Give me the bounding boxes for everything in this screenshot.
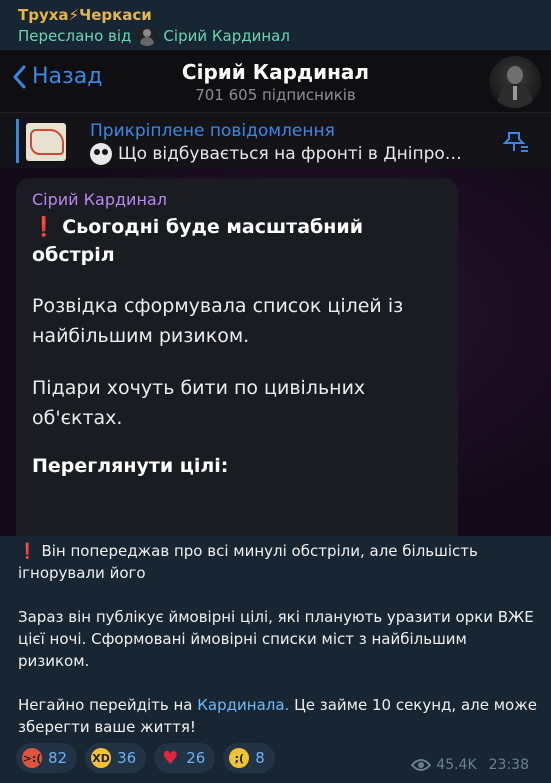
- reaction-cry[interactable]: ;( 8: [223, 743, 275, 773]
- bubble-author: Сірий Кардинал: [32, 190, 167, 209]
- forwarded-from-name[interactable]: Сірий Кардинал: [163, 25, 290, 47]
- crying-face-icon: ;(: [229, 748, 250, 768]
- message-paragraph-3: Негайно перейдіть на Кардинала. Це займе…: [18, 694, 538, 738]
- reaction-laugh[interactable]: XD 36: [85, 743, 147, 773]
- forwarded-line[interactable]: Переслано від Сірий Кардинал: [18, 25, 533, 47]
- reaction-count: 82: [48, 749, 68, 767]
- bubble-cta: Переглянути цілі:: [32, 455, 229, 477]
- chat-title: Сірий Кардинал: [181, 60, 370, 84]
- reaction-count: 8: [255, 749, 265, 767]
- message-card: Труха⚡Черкаси Переслано від Сірий Кардин…: [0, 0, 551, 783]
- reaction-count: 26: [186, 749, 206, 767]
- exclamation-icon: ❗: [32, 216, 56, 238]
- reaction-count: 36: [117, 749, 137, 767]
- pinned-title: Прикріплене повідомлення: [90, 121, 335, 141]
- screenshot-chat-header: Назад Сірий Кардинал 701 605 підписників: [0, 50, 551, 112]
- message-text: ❗ Він попереджав про всі минулі обстріли…: [18, 540, 538, 760]
- bubble-paragraph-1: Розвідка сформувала список цілей із найб…: [32, 295, 404, 347]
- channel-avatar: [489, 56, 541, 108]
- pin-list-icon: [502, 132, 528, 152]
- laughing-face-icon: XD: [91, 748, 112, 768]
- reaction-angry[interactable]: >:( 82: [16, 743, 78, 773]
- pinned-message-bar: Прикріплене повідомлення Що відбувається…: [0, 112, 551, 168]
- subscriber-count: 701 605 підписників: [195, 86, 356, 104]
- reaction-heart[interactable]: ♥ 26: [154, 743, 216, 773]
- channel-name[interactable]: Труха⚡Черкаси: [18, 5, 533, 25]
- bubble-paragraph-2: Підари хочуть бити по цивільних об'єктах…: [32, 377, 366, 429]
- message-header: Труха⚡Черкаси Переслано від Сірий Кардин…: [0, 0, 551, 50]
- forwarded-avatar: [137, 26, 158, 46]
- pinned-text: Що відбувається на фронті в Дніпро…: [90, 143, 510, 165]
- message-meta: 45.4K 23:38: [411, 757, 529, 773]
- pinned-indicator: [16, 119, 19, 163]
- pinned-text-value: Що відбувається на фронті в Дніпро…: [118, 144, 462, 164]
- message-time: 23:38: [488, 757, 529, 773]
- bubble-headline-text: Сьогодні буде масштабний обстріл: [32, 216, 364, 266]
- attached-screenshot[interactable]: Назад Сірий Кардинал 701 605 підписників…: [0, 50, 551, 536]
- view-count: 45.4K: [436, 757, 477, 773]
- reactions-row: >:( 82 XD 36 ♥ 26 ;( 8: [16, 743, 275, 773]
- cardinal-link[interactable]: Кардинала.: [197, 696, 289, 714]
- exclamation-icon: ❗: [18, 542, 37, 560]
- angry-face-icon: >:(: [22, 748, 42, 768]
- pinned-map-thumbnail: [26, 123, 66, 161]
- screenshot-message-bubble: Сірий Кардинал ❗ Сьогодні буде масштабни…: [16, 178, 458, 536]
- eye-icon: [411, 759, 432, 771]
- message-paragraph-3-start: Негайно перейдіть на: [18, 696, 193, 714]
- eyes-icon: [90, 143, 112, 165]
- heart-icon: ♥: [162, 747, 179, 769]
- chat-background: Сірий Кардинал ❗ Сьогодні буде масштабни…: [0, 168, 551, 536]
- forwarded-prefix: Переслано від: [18, 27, 132, 45]
- message-paragraph-2: Зараз він публікує ймовірні цілі, які пл…: [18, 608, 534, 670]
- message-paragraph-1-text: Він попереджав про всі минулі обстріли, …: [18, 542, 478, 582]
- message-paragraph-1: ❗ Він попереджав про всі минулі обстріли…: [18, 540, 538, 584]
- bubble-headline: ❗ Сьогодні буде масштабний обстріл: [32, 213, 442, 269]
